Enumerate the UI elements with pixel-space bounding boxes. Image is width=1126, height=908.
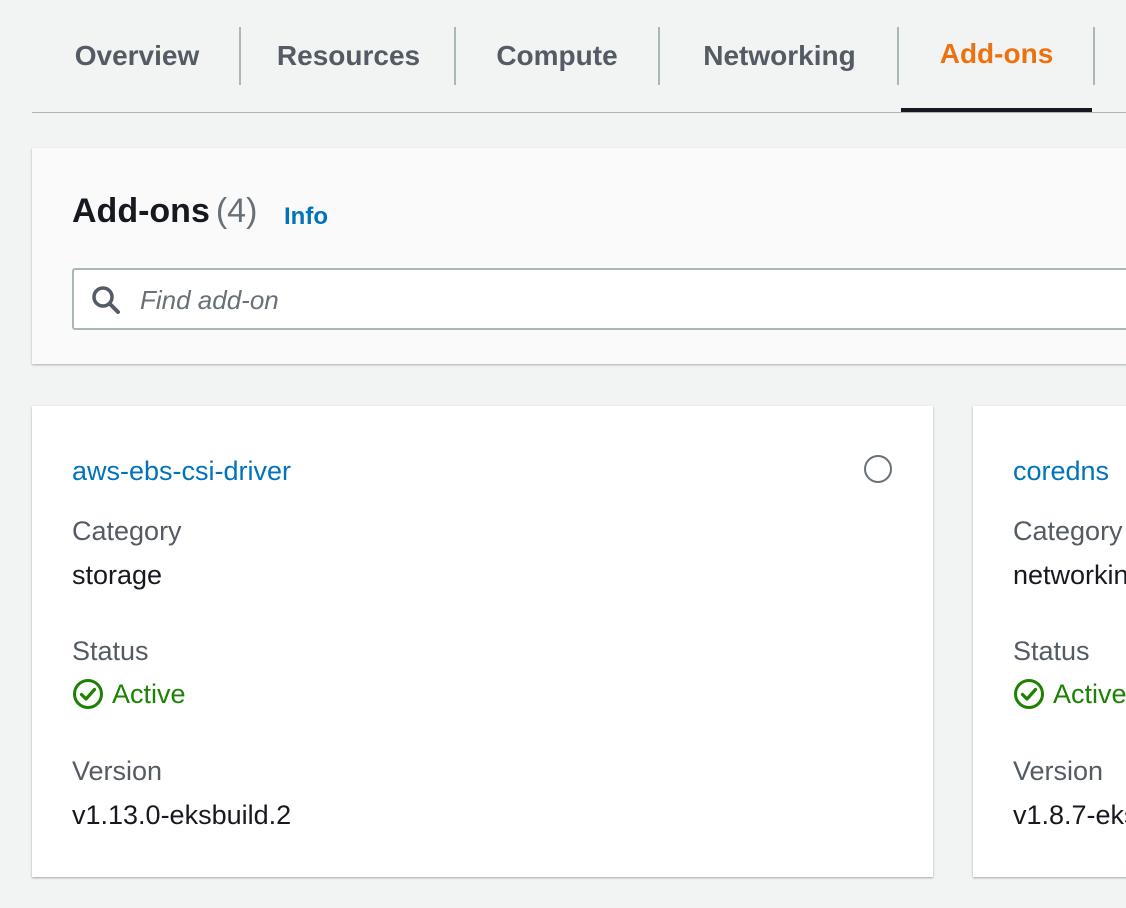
version-value: v1.8.7-eksbuild.3 [1013, 800, 1126, 830]
tab-overview[interactable]: Overview [42, 0, 232, 112]
radio-button[interactable] [864, 455, 892, 483]
tab-addons[interactable]: Add-ons [901, 0, 1092, 112]
status-indicator: Active [1013, 678, 1126, 710]
tab-bar: Overview Resources Compute Networking Ad… [32, 0, 1126, 113]
category-label: Category [1013, 516, 1123, 546]
version-label: Version [1013, 756, 1104, 786]
tab-networking[interactable]: Networking [661, 0, 898, 112]
tab-divider [239, 27, 241, 85]
search-icon [92, 286, 120, 314]
addons-page: Overview Resources Compute Networking Ad… [0, 0, 1126, 908]
addon-name-link[interactable]: coredns [1013, 456, 1109, 487]
addons-header-container: Add-ons (4) Info [32, 148, 1126, 364]
category-value: networking [1013, 560, 1126, 590]
tab-divider [897, 27, 899, 85]
addon-card: aws-ebs-csi-driver Category storage Stat… [32, 406, 933, 877]
status-label: Status [72, 636, 149, 666]
search-field[interactable] [72, 268, 1126, 330]
tab-divider [1093, 27, 1095, 85]
status-value: Active [1053, 678, 1126, 709]
category-value: storage [72, 560, 163, 590]
status-indicator: Active [72, 678, 186, 710]
category-label: Category [72, 516, 182, 546]
addon-name-link[interactable]: aws-ebs-csi-driver [72, 456, 291, 487]
page-title: Add-ons (4) [72, 192, 257, 231]
tab-divider [658, 27, 660, 85]
status-value: Active [112, 678, 186, 709]
version-value: v1.13.0-eksbuild.2 [72, 800, 292, 830]
check-circle-icon [1014, 679, 1044, 709]
status-label: Status [1013, 636, 1090, 666]
search-input[interactable] [138, 278, 1042, 322]
page-title-text: Add-ons [72, 192, 210, 230]
version-label: Version [72, 756, 163, 786]
addon-count: (4) [215, 192, 258, 230]
tab-resources[interactable]: Resources [242, 0, 455, 112]
tab-compute[interactable]: Compute [457, 0, 657, 112]
addon-card: coredns Category networking Status Activ… [973, 406, 1126, 877]
info-link[interactable]: Info [284, 203, 328, 231]
tab-divider [454, 27, 456, 85]
check-circle-icon [73, 679, 103, 709]
